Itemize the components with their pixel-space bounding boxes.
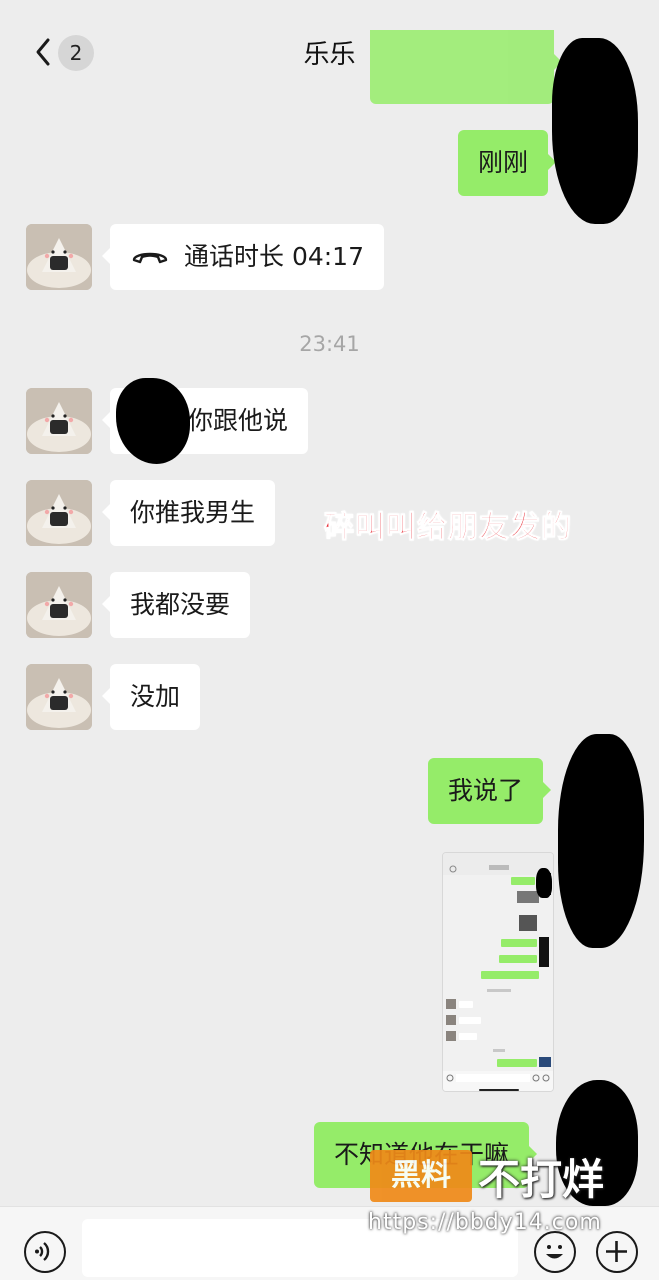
contact-avatar[interactable] [26,664,92,730]
message-text: 你推我男生 [130,498,256,527]
contact-avatar[interactable] [26,388,92,454]
contact-avatar[interactable] [26,480,92,546]
avatar-image [26,388,92,454]
message-bubble-incoming[interactable]: 没加 [101,664,201,730]
redaction-mark [558,734,644,948]
call-record-bubble[interactable]: 通话时长 04:17 [102,224,384,290]
message-text: 刚刚 [478,148,529,177]
avatar-image [26,224,92,290]
watermark-text: 不打烊 [478,1155,605,1204]
message-bubble-outgoing[interactable]: 我说了 [428,758,552,824]
message-timestamp: 23:41 [299,332,360,356]
watermark-logo: 黑料 [370,1150,472,1202]
message-bubble-outgoing[interactable]: 刚刚 [458,130,557,196]
message-text: 你跟他说 [188,406,289,435]
redaction-mark [552,38,638,224]
message-text: 我都没要 [130,590,231,619]
phone-call-icon [132,252,168,264]
call-duration: 通话时长 04:17 [184,242,364,271]
avatar-image [26,664,92,730]
contact-avatar[interactable] [26,224,92,290]
message-text: 没加 [130,682,181,711]
avatar-image [26,572,92,638]
avatar-image [26,480,92,546]
contact-avatar[interactable] [26,572,92,638]
emoji-icon[interactable] [534,1231,576,1273]
plus-icon[interactable] [596,1231,638,1273]
voice-input-icon[interactable] [24,1231,66,1273]
message-text: 我说了 [448,776,524,805]
watermark-url: https://bbdy14.com [368,1210,602,1235]
overlay-caption: 碎叫叫给朋友发的 [324,510,572,546]
message-bubble-incoming[interactable]: 你推我男生 [101,480,276,546]
message-bubble-incoming[interactable]: 我都没要 [101,572,251,638]
redaction-mark [536,868,552,898]
message-bubble-partial[interactable] [370,30,562,104]
